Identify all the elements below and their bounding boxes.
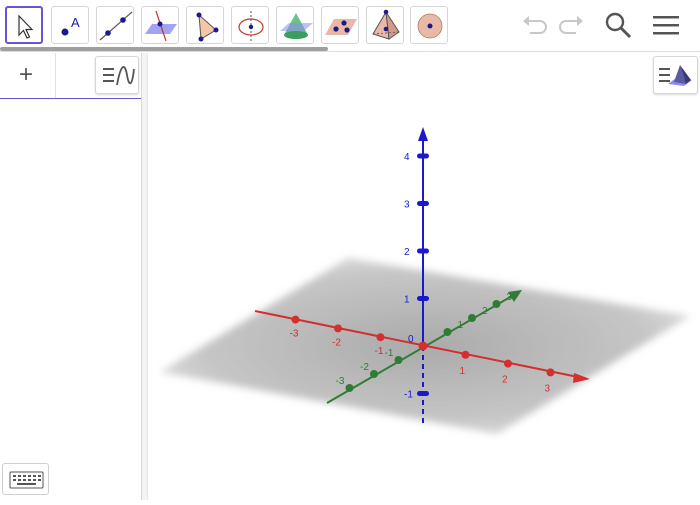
y-tick-mark: [345, 384, 354, 392]
undo-icon[interactable]: [520, 8, 550, 42]
keyboard-button[interactable]: [2, 463, 49, 495]
sphere-icon: [417, 13, 443, 39]
tool-sphere[interactable]: [410, 6, 448, 44]
z-axis-arrow: [418, 127, 428, 141]
graphics-3d-canvas: -3 -2 -1 1 2 3 -3 -2 -1 1 2 3 -1 1 2 3 4 0: [160, 127, 690, 434]
tool-circle-axis[interactable]: [231, 6, 269, 44]
line-icon: [99, 11, 133, 41]
tool-point[interactable]: A: [51, 6, 89, 44]
keyboard-icon: [9, 471, 44, 489]
x-tick-mark: [461, 350, 470, 359]
algebra-style-icon: [103, 66, 135, 86]
tool-cone[interactable]: [276, 6, 314, 44]
move-arrow-icon: [18, 14, 34, 39]
y-tick-mark: [468, 314, 476, 322]
pyramid-icon: [372, 9, 400, 40]
tool-plane-points[interactable]: [321, 6, 359, 44]
origin-point: [418, 341, 428, 351]
z-tick-mark: [417, 248, 429, 254]
x-tick-label: -2: [332, 337, 341, 348]
x-tick-mark: [504, 359, 512, 368]
y-tick-label: -2: [360, 362, 369, 373]
y-tick-label: -1: [385, 348, 394, 359]
y-tick-label: -3: [336, 376, 345, 387]
add-input-button[interactable]: +: [0, 53, 56, 98]
graphics-3d-view[interactable]: -3 -2 -1 1 2 3 -3 -2 -1 1 2 3 -1 1 2 3 4 0: [148, 53, 700, 500]
z-tick-label: -1: [404, 390, 413, 401]
circle-with-axis-icon: [238, 11, 264, 41]
graphics-3d-style-icon: [659, 65, 692, 86]
graphics-style-button[interactable]: [653, 56, 698, 94]
z-tick-mark: [417, 391, 429, 396]
menu-icon[interactable]: [651, 8, 681, 42]
point-tool-label: A: [71, 15, 80, 30]
z-tick-mark: [417, 153, 429, 159]
y-tick-mark: [443, 328, 452, 336]
x-tick-label: 3: [545, 383, 551, 394]
y-tick-label: 2: [482, 306, 488, 317]
x-tick-mark: [291, 315, 300, 324]
x-tick-mark: [334, 324, 342, 333]
z-tick-label: 3: [404, 200, 410, 211]
x-tick-label: 1: [460, 366, 466, 377]
tool-line[interactable]: [96, 6, 134, 44]
y-tick-label: 3: [507, 292, 513, 303]
z-tick-label: 2: [404, 247, 410, 258]
origin-label: 0: [408, 334, 414, 345]
polygon-icon: [196, 12, 219, 42]
y-tick-mark: [394, 356, 403, 364]
y-tick-mark: [492, 300, 501, 308]
x-tick-mark: [376, 333, 385, 342]
view-divider[interactable]: [141, 53, 148, 500]
x-tick-label: -3: [290, 329, 299, 340]
z-tick-mark: [417, 201, 429, 206]
search-icon[interactable]: [603, 8, 635, 42]
toolbar-scrollbar[interactable]: [0, 47, 328, 51]
y-tick-mark: [370, 370, 378, 378]
tool-move[interactable]: [5, 6, 43, 44]
toolbar: A: [0, 0, 700, 52]
z-tick-mark: [417, 296, 429, 301]
perpendicular-line-icon: [145, 10, 177, 42]
tool-pyramid[interactable]: [366, 6, 404, 44]
algebra-style-button[interactable]: [95, 56, 139, 94]
x-tick-label: 2: [502, 375, 508, 386]
z-tick-label: 4: [404, 152, 410, 163]
y-tick-label: 1: [458, 320, 464, 331]
x-tick-mark: [546, 368, 555, 377]
cone-icon: [280, 13, 313, 39]
x-tick-label: -1: [375, 346, 384, 357]
redo-icon[interactable]: [556, 8, 586, 42]
z-tick-label: 1: [404, 295, 410, 306]
tool-perpendicular-line[interactable]: [141, 6, 179, 44]
plane-points-icon: [325, 19, 357, 35]
point-icon: A: [61, 15, 80, 36]
algebra-view: [0, 53, 141, 500]
tool-polygon[interactable]: [186, 6, 224, 44]
add-label: +: [19, 61, 34, 88]
